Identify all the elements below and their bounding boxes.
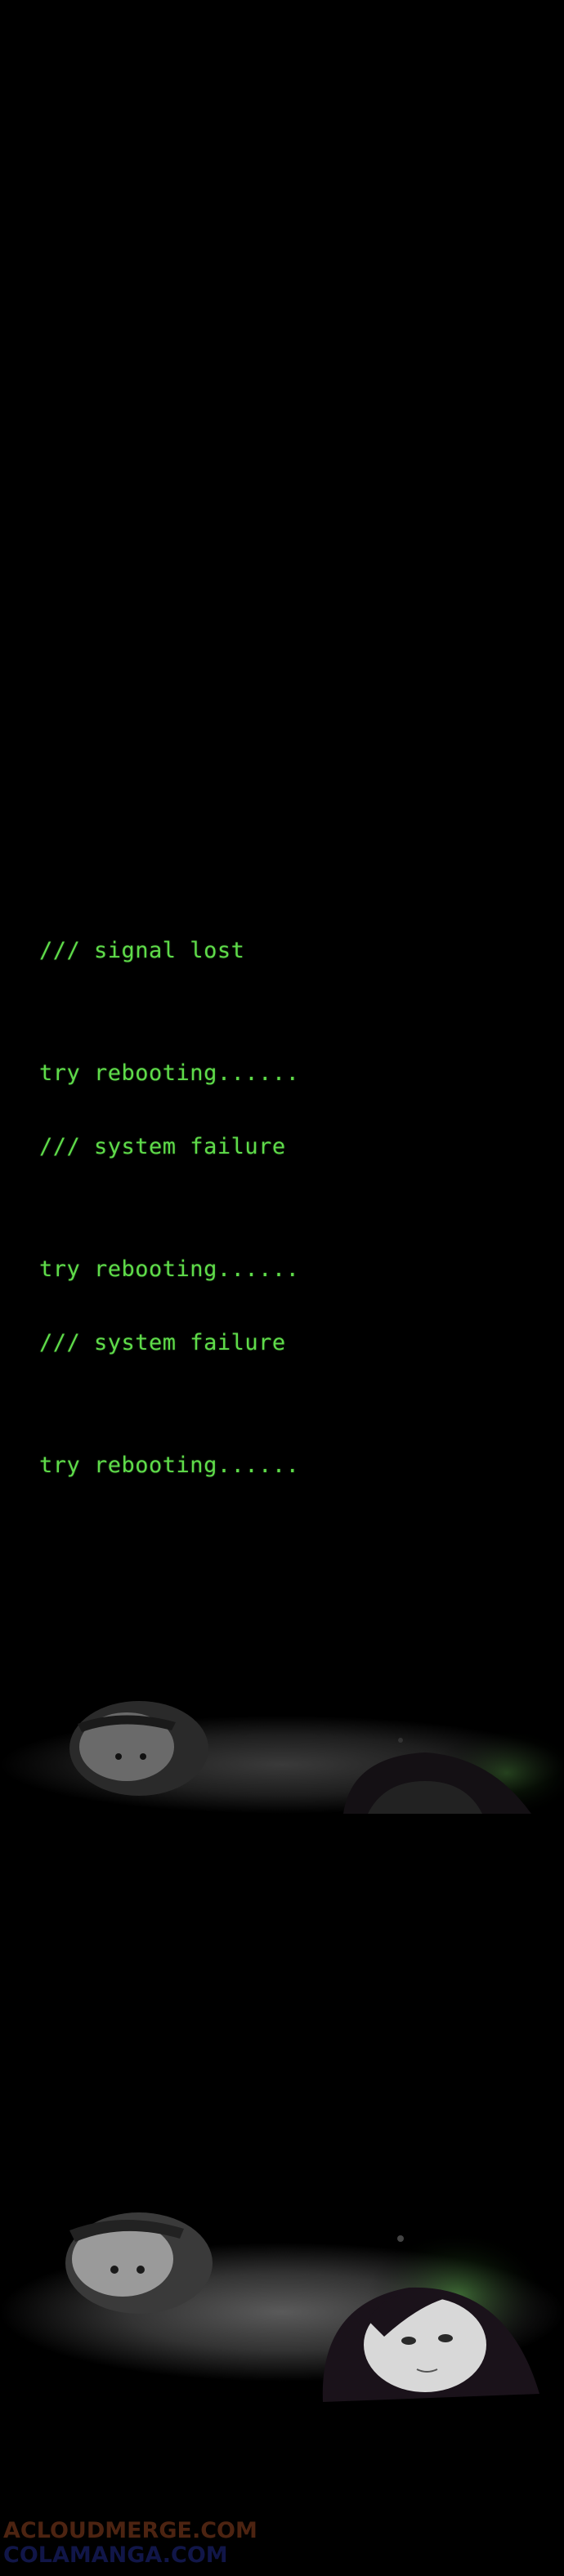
terminal-line-rebooting-1: try rebooting...... xyxy=(39,1060,300,1086)
watermark-acloudmerge: ACLOUDMERGE.COM xyxy=(3,2518,257,2543)
terminal-line-signal-lost: /// signal lost xyxy=(39,938,245,963)
faces-dim-illustration xyxy=(0,1699,564,1838)
faces-bright-illustration xyxy=(0,2206,564,2418)
terminal-line-rebooting-3: try rebooting...... xyxy=(39,1453,300,1478)
terminal-line-system-failure-2: /// system failure xyxy=(39,1330,286,1355)
comic-panel-bright xyxy=(0,2206,564,2418)
watermark-colamanga: COLAMANGA.COM xyxy=(3,2543,228,2568)
terminal-line-system-failure-1: /// system failure xyxy=(39,1134,286,1159)
terminal-line-rebooting-2: try rebooting...... xyxy=(39,1257,300,1282)
comic-panel-dim xyxy=(0,1699,564,1838)
